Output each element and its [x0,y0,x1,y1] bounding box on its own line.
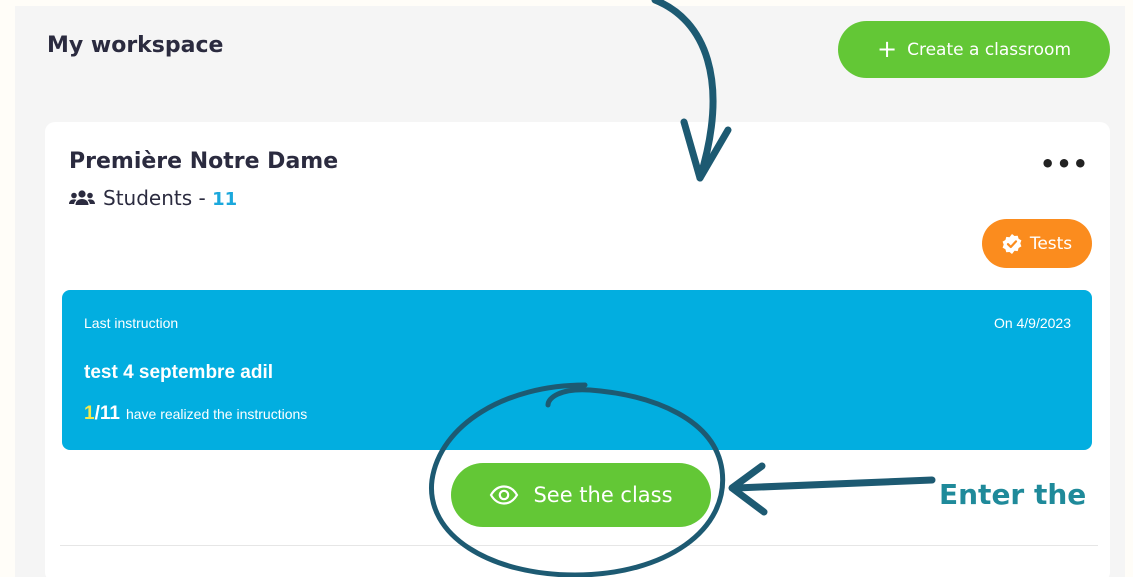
see-class-button[interactable]: See the class [451,463,711,527]
progress-done-count: 1 [84,403,95,424]
students-label: Students - [103,186,213,210]
see-class-label: See the class [533,483,673,507]
instruction-progress: 1/11 have realized the instructions [84,403,307,425]
students-info: Students - 11 [69,186,237,210]
callout-text: Enter the [939,478,1087,511]
badge-check-icon [1002,233,1022,254]
progress-text: have realized the instructions [125,406,308,422]
card-divider [60,545,1098,546]
last-instruction-label: Last instruction [84,315,179,331]
create-classroom-label: Create a classroom [907,39,1071,60]
last-instruction-title: test 4 septembre adil [84,362,274,383]
more-options-icon[interactable]: ••• [1040,150,1089,178]
classroom-name: Première Notre Dame [69,149,339,174]
users-icon [69,190,95,205]
tests-button[interactable]: Tests [982,219,1092,268]
tests-label: Tests [1029,233,1073,254]
last-instruction-date: On 4/9/2023 [993,315,1071,331]
eye-icon [490,485,519,505]
progress-total-count: /11 [94,403,120,424]
plus-icon: + [877,34,898,63]
students-count: 11 [212,189,238,210]
create-classroom-button[interactable]: + Create a classroom [838,21,1110,78]
page-title: My workspace [47,33,224,58]
last-instruction-panel[interactable]: Last instruction On 4/9/2023 test 4 sept… [62,290,1092,450]
